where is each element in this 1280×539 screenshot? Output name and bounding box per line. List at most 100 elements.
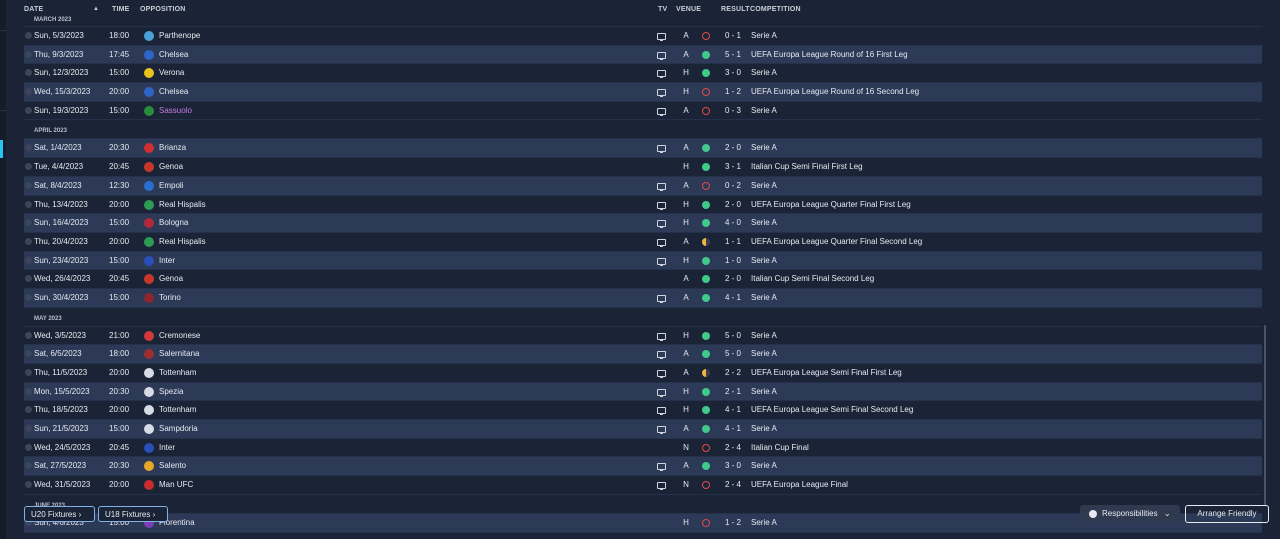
u18-fixtures-button[interactable]: U18 Fixtures ›: [98, 506, 168, 522]
opposition-link[interactable]: Torino: [159, 289, 181, 307]
fixture-competition[interactable]: Serie A: [751, 102, 777, 120]
col-opposition-header[interactable]: OPPOSITION: [140, 6, 186, 13]
fixture-row[interactable]: Wed, 15/3/2023 20:00 Chelsea H 1 - 2 UEFA Eur…: [24, 83, 1262, 102]
fixture-score[interactable]: 5 - 0: [721, 345, 745, 363]
fixture-row[interactable]: Wed, 3/5/2023 21:00 Cremonese H 5 - 0 Serie A: [24, 327, 1262, 346]
fixture-score[interactable]: 2 - 1: [721, 383, 745, 401]
fixture-score[interactable]: 4 - 1: [721, 401, 745, 419]
col-competition-header[interactable]: COMPETITION: [750, 6, 801, 13]
fixture-row[interactable]: Wed, 31/5/2023 20:00 Man UFC N 2 - 4 UEFA Eur…: [24, 476, 1262, 495]
fixture-score[interactable]: 1 - 0: [721, 252, 745, 270]
fixture-row[interactable]: Mon, 15/5/2023 20:30 Spezia H 2 - 1 Serie A: [24, 382, 1262, 402]
opposition-link[interactable]: Real Hispalis: [159, 233, 206, 251]
fixture-score[interactable]: 1 - 2: [721, 83, 745, 101]
fixture-competition[interactable]: Serie A: [751, 327, 777, 345]
fixture-score[interactable]: 2 - 2: [721, 364, 745, 382]
opposition-link[interactable]: Verona: [159, 64, 184, 82]
fixture-score[interactable]: 4 - 0: [721, 214, 745, 232]
fixture-competition[interactable]: UEFA Europa League Semi Final Second Leg: [751, 401, 913, 419]
fixture-competition[interactable]: Italian Cup Semi Final First Leg: [751, 158, 863, 176]
fixture-score[interactable]: 2 - 0: [721, 270, 745, 288]
col-venue-header[interactable]: VENUE: [676, 6, 701, 13]
opposition-link[interactable]: Empoli: [159, 177, 183, 195]
fixture-competition[interactable]: Italian Cup Final: [751, 439, 809, 457]
opposition-link[interactable]: Salento: [159, 457, 186, 475]
opposition-link[interactable]: Genoa: [159, 158, 183, 176]
fixture-score[interactable]: 5 - 0: [721, 327, 745, 345]
responsibilities-button[interactable]: Responsibilities ⌄: [1080, 505, 1180, 523]
fixture-score[interactable]: 3 - 0: [721, 64, 745, 82]
fixture-competition[interactable]: UEFA Europa League Round of 16 First Leg: [751, 46, 908, 64]
fixture-competition[interactable]: Serie A: [751, 420, 777, 438]
fixture-row[interactable]: Sun, 4/6/202315:00FiorentinaH1 - 2Serie …: [24, 513, 1262, 533]
fixture-row[interactable]: Sun, 19/3/2023 15:00 Sassuolo A 0 - 3 Serie A: [24, 102, 1262, 121]
opposition-link[interactable]: Tottenham: [159, 364, 196, 382]
fixture-row[interactable]: Thu, 9/3/2023 17:45 Chelsea A 5 - 1 UEFA Euro…: [24, 45, 1262, 65]
fixture-score[interactable]: 3 - 1: [721, 158, 745, 176]
opposition-link[interactable]: Inter: [159, 252, 175, 270]
fixture-score[interactable]: 2 - 4: [721, 476, 745, 494]
fixture-score[interactable]: 0 - 3: [721, 102, 745, 120]
col-date-header[interactable]: DATE: [24, 6, 43, 13]
fixture-row[interactable]: Thu, 13/4/2023 20:00 Real Hispalis H 2 - 0 UE…: [24, 196, 1262, 215]
fixture-competition[interactable]: Serie A: [751, 252, 777, 270]
opposition-link[interactable]: Sassuolo: [159, 102, 192, 120]
opposition-link[interactable]: Spezia: [159, 383, 183, 401]
opposition-link[interactable]: Cremonese: [159, 327, 200, 345]
fixture-row[interactable]: Wed, 24/5/2023 20:45 Inter N 2 - 4 Italian Cu…: [24, 439, 1262, 458]
scrollbar[interactable]: [1264, 325, 1266, 505]
opposition-link[interactable]: Bologna: [159, 214, 188, 232]
fixture-competition[interactable]: UEFA Europa League Semi Final First Leg: [751, 364, 902, 382]
fixture-row[interactable]: Thu, 18/5/2023 20:00 Tottenham H 4 - 1 UEFA E…: [24, 401, 1262, 421]
fixture-score[interactable]: 0 - 1: [721, 27, 745, 45]
fixture-competition[interactable]: Serie A: [751, 514, 777, 532]
opposition-link[interactable]: Salernitana: [159, 345, 199, 363]
opposition-link[interactable]: Sampdoria: [159, 420, 198, 438]
opposition-link[interactable]: Inter: [159, 439, 175, 457]
fixture-competition[interactable]: UEFA Europa League Final: [751, 476, 848, 494]
fixture-score[interactable]: 4 - 1: [721, 289, 745, 307]
u20-fixtures-button[interactable]: U20 Fixtures ›: [24, 506, 95, 522]
fixture-row[interactable]: Thu, 11/5/2023 20:00 Tottenham A 2 - 2 UEFA E…: [24, 364, 1262, 383]
fixture-row[interactable]: Sun, 30/4/2023 15:00 Torino A 4 - 1 Serie A: [24, 288, 1262, 308]
fixture-competition[interactable]: Serie A: [751, 383, 777, 401]
opposition-link[interactable]: Chelsea: [159, 46, 188, 64]
fixture-row[interactable]: Sat, 27/5/2023 20:30 Salento A 3 - 0 Serie A: [24, 457, 1262, 477]
opposition-link[interactable]: Real Hispalis: [159, 196, 206, 214]
fixture-score[interactable]: 0 - 2: [721, 177, 745, 195]
fixture-row[interactable]: Tue, 4/4/2023 20:45 Genoa H 3 - 1 Italian Cup…: [24, 158, 1262, 177]
fixture-row[interactable]: Sat, 6/5/2023 18:00 Salernitana A 5 - 0 Serie…: [24, 345, 1262, 364]
fixture-competition[interactable]: Serie A: [751, 214, 777, 232]
fixture-row[interactable]: Wed, 26/4/2023 20:45 Genoa A 2 - 0 Italian Cu…: [24, 270, 1262, 289]
opposition-link[interactable]: Parthenope: [159, 27, 200, 45]
sort-ascending-icon[interactable]: ▲: [93, 6, 99, 12]
fixture-score[interactable]: 4 - 1: [721, 420, 745, 438]
fixture-row[interactable]: Sun, 16/4/2023 15:00 Bologna H 4 - 0 Serie A: [24, 214, 1262, 233]
col-time-header[interactable]: TIME: [112, 6, 130, 13]
fixture-score[interactable]: 5 - 1: [721, 46, 745, 64]
fixture-competition[interactable]: Serie A: [751, 289, 777, 307]
fixture-score[interactable]: 2 - 4: [721, 439, 745, 457]
fixture-row[interactable]: Sun, 21/5/2023 15:00 Sampdoria A 4 - 1 Serie …: [24, 420, 1262, 439]
fixture-row[interactable]: Sat, 1/4/2023 20:30 Brianza A 2 - 0 Serie A: [24, 139, 1262, 159]
fixture-row[interactable]: Sun, 5/3/2023 18:00 Parthenope A 0 - 1 Serie …: [24, 27, 1262, 46]
opposition-link[interactable]: Brianza: [159, 139, 186, 157]
fixture-competition[interactable]: Serie A: [751, 139, 777, 157]
fixture-competition[interactable]: UEFA Europa League Round of 16 Second Le…: [751, 83, 919, 101]
fixture-competition[interactable]: Serie A: [751, 27, 777, 45]
fixture-score[interactable]: 2 - 0: [721, 139, 745, 157]
opposition-link[interactable]: Chelsea: [159, 83, 188, 101]
fixture-competition[interactable]: Serie A: [751, 64, 777, 82]
fixture-row[interactable]: Sun, 12/3/2023 15:00 Verona H 3 - 0 Serie A: [24, 64, 1262, 84]
opposition-link[interactable]: Man UFC: [159, 476, 193, 494]
fixture-competition[interactable]: Serie A: [751, 345, 777, 363]
fixture-competition[interactable]: Serie A: [751, 457, 777, 475]
fixture-row[interactable]: Sat, 8/4/2023 12:30 Empoli A 0 - 2 Serie A: [24, 176, 1262, 196]
fixture-row[interactable]: Thu, 20/4/2023 20:00 Real Hispalis A 1 - 1 UE…: [24, 233, 1262, 252]
fixture-score[interactable]: 2 - 0: [721, 196, 745, 214]
fixture-competition[interactable]: Serie A: [751, 177, 777, 195]
fixture-score[interactable]: 3 - 0: [721, 457, 745, 475]
opposition-link[interactable]: Genoa: [159, 270, 183, 288]
fixture-row[interactable]: Sun, 23/4/2023 15:00 Inter H 1 - 0 Serie A: [24, 251, 1262, 271]
fixture-score[interactable]: 1 - 1: [721, 233, 745, 251]
